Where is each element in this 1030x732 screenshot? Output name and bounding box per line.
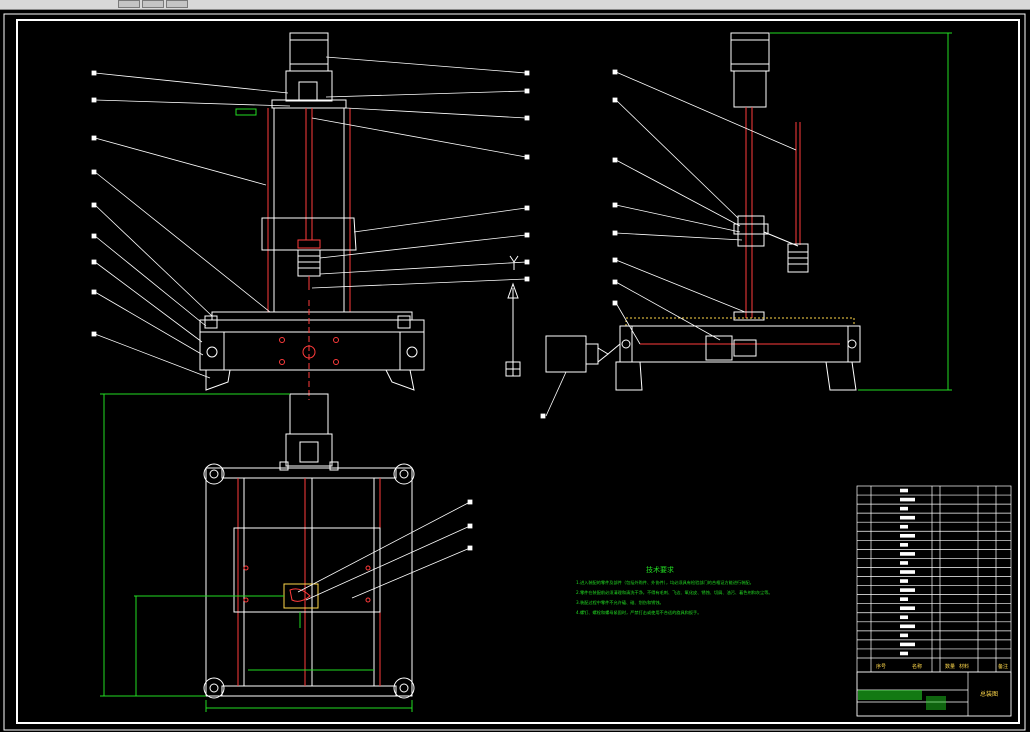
- title-block-cell-text: [900, 588, 915, 592]
- title-block-cell-text: [900, 543, 908, 547]
- title-block: [856, 485, 1012, 717]
- top-view-leaders: [297, 499, 473, 601]
- side-foot-left: [615, 361, 643, 391]
- side-external-motor: [545, 335, 587, 373]
- tb-header-2: 数量: [945, 663, 955, 670]
- axis-symbol: [505, 255, 521, 377]
- title-block-cell-text: [900, 561, 908, 565]
- top-view-frame: [205, 467, 413, 697]
- tech-notes-title: 技术要求: [646, 565, 674, 574]
- title-block-cell-text: [900, 651, 908, 656]
- green-tag: [235, 108, 257, 116]
- bed-plate: [625, 317, 855, 327]
- title-block-cell-text: [900, 488, 908, 493]
- motor-mount: [285, 70, 333, 102]
- tb-header-3: 材料: [959, 663, 969, 670]
- front-view: [199, 32, 425, 400]
- tech-note-4: 4.螺钉、螺栓和螺母紧固时，严禁打击或使用不合适的旋具和扳手。: [576, 609, 701, 616]
- tb-header-0: 序号: [876, 663, 886, 670]
- foot-right: [385, 369, 415, 391]
- title-block-cell-text: [900, 597, 908, 601]
- title-block-cell-text: [900, 497, 915, 502]
- tech-note-2: 2.零件在装配前必须清理和清洗干净，不得有毛刺、飞边、氧化皮、锈蚀、切屑、油污、…: [576, 589, 773, 596]
- title-block-cell-text: [900, 552, 915, 556]
- tech-note-3: 3.装配过程中零件不允许磕、碰、划伤和锈蚀。: [576, 599, 664, 606]
- title-block-cell-text: [900, 515, 915, 520]
- nozzle-head: [297, 249, 321, 277]
- technical-notes: 技术要求 1.进入装配的零件及部件（包括外购件、外协件），均必须具有检验部门的合…: [576, 565, 773, 616]
- tb-header-1: 名称: [912, 663, 922, 670]
- tech-note-1: 1.进入装配的零件及部件（包括外购件、外协件），均必须具有检验部门的合格证方能进…: [576, 579, 754, 586]
- title-block-cell-text: [900, 606, 915, 611]
- side-motor: [730, 32, 770, 72]
- motor-body: [289, 32, 329, 72]
- side-carriage: [737, 215, 765, 247]
- side-view-leaders: [540, 69, 797, 419]
- title-block-rows: [857, 488, 1011, 656]
- printed-part: [283, 583, 319, 609]
- tb-drawing-title: 总装图: [980, 690, 998, 698]
- base-box: [199, 331, 425, 371]
- cad-drawing-canvas[interactable]: 技术要求 1.进入装配的零件及部件（包括外购件、外协件），均必须具有检验部门的合…: [0, 0, 1030, 732]
- sheet-outer-border: [3, 13, 1026, 731]
- side-foot-right: [825, 361, 857, 391]
- side-view: [545, 32, 952, 391]
- carriage: [261, 217, 357, 251]
- tb-header-4: 备注: [998, 663, 1008, 670]
- title-block-cell-text: [900, 615, 908, 620]
- sheet-inner-border: [16, 19, 1020, 724]
- title-block-cell-text: [900, 533, 915, 538]
- title-block-cell-text: [900, 524, 908, 529]
- title-block-cell-text: [900, 642, 915, 647]
- top-view: [100, 393, 415, 712]
- title-block-cell-text: [900, 506, 908, 511]
- foot-left: [205, 369, 231, 391]
- title-block-cell-text: [900, 570, 915, 574]
- base-top-rail: [211, 311, 413, 321]
- title-block-cell-text: [900, 633, 908, 638]
- title-block-cell-text: [900, 579, 908, 583]
- title-block-cell-text: [900, 624, 915, 629]
